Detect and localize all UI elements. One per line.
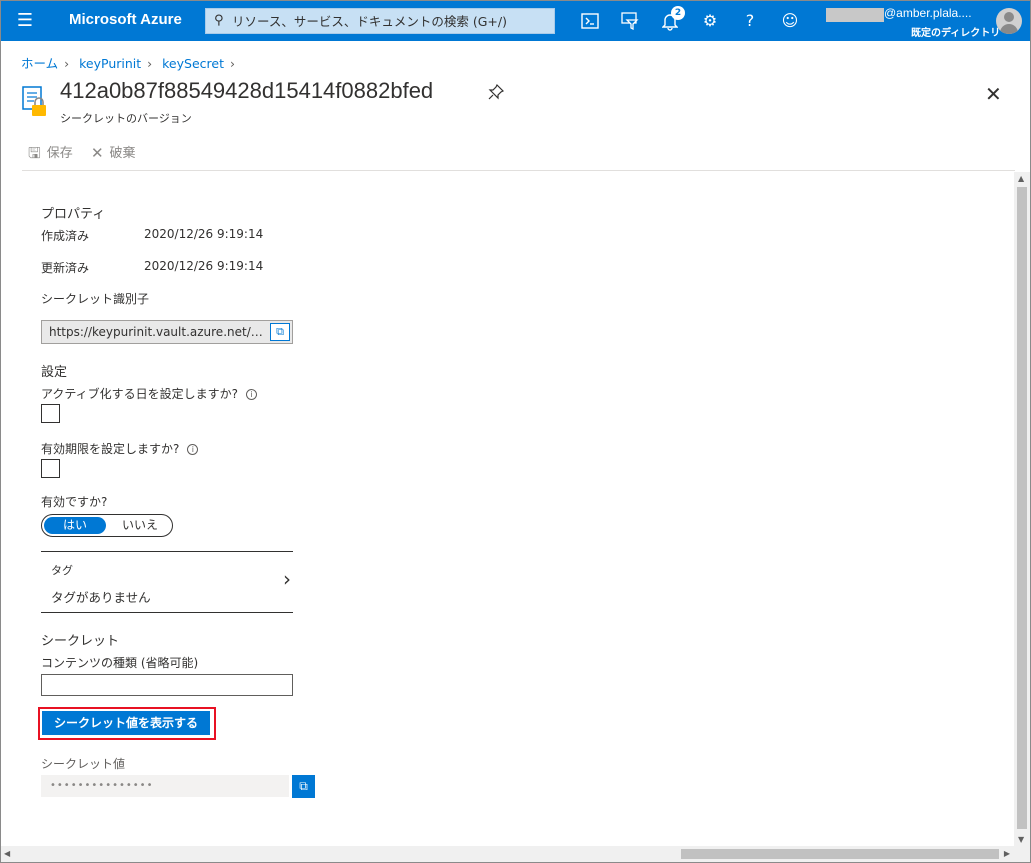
page-title: 412a0b87f88549428d15414f0882bfed bbox=[60, 78, 434, 103]
enabled-yes-option[interactable]: はい bbox=[44, 517, 106, 534]
secret-heading: シークレット bbox=[41, 634, 120, 649]
notification-badge: 2 bbox=[671, 6, 685, 20]
updated-value: 2020/12/26 9:19:14 bbox=[144, 259, 264, 273]
identifier-label: シークレット識別子 bbox=[41, 292, 150, 306]
discard-label: 破棄 bbox=[109, 146, 136, 161]
copy-icon[interactable]: ⧉ bbox=[292, 775, 315, 798]
copy-icon[interactable]: ⧉ bbox=[270, 323, 290, 341]
account-name-mask bbox=[826, 8, 884, 22]
horizontal-scrollbar[interactable]: ◀ ▶ bbox=[0, 846, 1014, 862]
save-icon: 🖫 bbox=[28, 144, 41, 162]
directory-filter-icon[interactable] bbox=[617, 8, 643, 34]
help-icon[interactable]: ? bbox=[737, 8, 763, 34]
expiry-checkbox[interactable] bbox=[41, 459, 60, 478]
account-directory[interactable]: 既定のディレクトリ bbox=[911, 24, 1000, 39]
settings-icon[interactable]: ⚙ bbox=[697, 8, 723, 34]
search-icon: ⚲ bbox=[214, 13, 224, 28]
tags-row[interactable]: タグ タグがありません › bbox=[41, 553, 293, 611]
content-type-label: コンテンツの種類 (省略可能) bbox=[41, 656, 199, 670]
feedback-icon[interactable]: ☺ bbox=[777, 8, 803, 34]
cloud-shell-icon[interactable] bbox=[577, 8, 603, 34]
scroll-up-icon[interactable]: ▲ bbox=[1018, 174, 1024, 183]
save-label: 保存 bbox=[46, 146, 73, 161]
scroll-right-icon[interactable]: ▶ bbox=[1004, 849, 1010, 858]
divider bbox=[22, 170, 1015, 171]
vertical-scrollbar[interactable]: ▲ ▼ bbox=[1014, 172, 1030, 846]
identifier-field[interactable]: https://keypurinit.vault.azure.net/secre… bbox=[41, 320, 293, 344]
scroll-down-icon[interactable]: ▼ bbox=[1018, 835, 1024, 844]
breadcrumb: ホーム › keyPurinit › keySecret › bbox=[21, 53, 241, 72]
menu-icon[interactable]: ☰ bbox=[14, 10, 36, 32]
breadcrumb-keyvault[interactable]: keyPurinit bbox=[79, 56, 141, 71]
enabled-no-option[interactable]: いいえ bbox=[110, 517, 170, 534]
created-label: 作成済み bbox=[41, 229, 90, 243]
created-value: 2020/12/26 9:19:14 bbox=[144, 227, 264, 241]
top-bar: ☰ Microsoft Azure ⚲ 2 ⚙ ? ☺ @amber.plala… bbox=[0, 0, 1031, 41]
expiry-label: 有効期限を設定しますか? i bbox=[41, 440, 199, 457]
account-email[interactable]: @amber.plala.... bbox=[884, 6, 972, 20]
brand-title[interactable]: Microsoft Azure bbox=[69, 11, 182, 28]
activation-label: アクティブ化する日を設定しますか? i bbox=[41, 385, 258, 402]
command-bar: 🖫 保存 ✕ 破棄 bbox=[28, 142, 150, 162]
horizontal-scroll-thumb[interactable] bbox=[681, 849, 999, 859]
tags-label: タグ bbox=[51, 564, 73, 577]
close-icon: ✕ bbox=[90, 144, 104, 162]
identifier-value[interactable]: https://keypurinit.vault.azure.net/secre… bbox=[49, 325, 267, 339]
chevron-right-icon: › bbox=[283, 567, 291, 591]
scrollbar-corner bbox=[1014, 846, 1030, 862]
info-icon[interactable]: i bbox=[187, 444, 199, 455]
settings-heading: 設定 bbox=[41, 365, 68, 380]
discard-button[interactable]: ✕ 破棄 bbox=[91, 142, 136, 162]
close-icon[interactable]: ✕ bbox=[985, 82, 1002, 106]
show-secret-value-button[interactable]: シークレット値を表示する bbox=[42, 711, 210, 735]
divider bbox=[41, 551, 293, 552]
vertical-scroll-thumb[interactable] bbox=[1017, 187, 1027, 829]
chevron-right-icon: › bbox=[64, 56, 70, 71]
breadcrumb-secret[interactable]: keySecret bbox=[162, 56, 224, 71]
enabled-label: 有効ですか? bbox=[41, 495, 108, 509]
secret-value-label: シークレット値 bbox=[41, 757, 126, 771]
page-subtitle: シークレットのバージョン bbox=[60, 112, 192, 125]
breadcrumb-home[interactable]: ホーム bbox=[21, 56, 58, 71]
info-icon[interactable]: i bbox=[246, 389, 258, 400]
global-search[interactable]: ⚲ bbox=[205, 8, 555, 34]
chevron-right-icon: › bbox=[147, 56, 153, 71]
content-type-input[interactable] bbox=[41, 674, 293, 696]
tags-value: タグがありません bbox=[51, 590, 151, 605]
pin-icon[interactable] bbox=[488, 83, 505, 104]
chevron-right-icon: › bbox=[229, 56, 235, 71]
enabled-toggle[interactable]: はい いいえ bbox=[41, 514, 173, 537]
divider bbox=[41, 612, 293, 613]
save-button[interactable]: 🖫 保存 bbox=[28, 142, 73, 168]
updated-label: 更新済み bbox=[41, 261, 90, 275]
activation-checkbox[interactable] bbox=[41, 404, 60, 423]
secret-value-field[interactable]: ••••••••••••••• bbox=[41, 775, 289, 797]
search-input[interactable] bbox=[232, 11, 550, 31]
avatar[interactable] bbox=[996, 8, 1022, 34]
secret-version-icon bbox=[22, 86, 46, 116]
properties-heading: プロパティ bbox=[41, 207, 106, 222]
scroll-left-icon[interactable]: ◀ bbox=[4, 849, 10, 858]
